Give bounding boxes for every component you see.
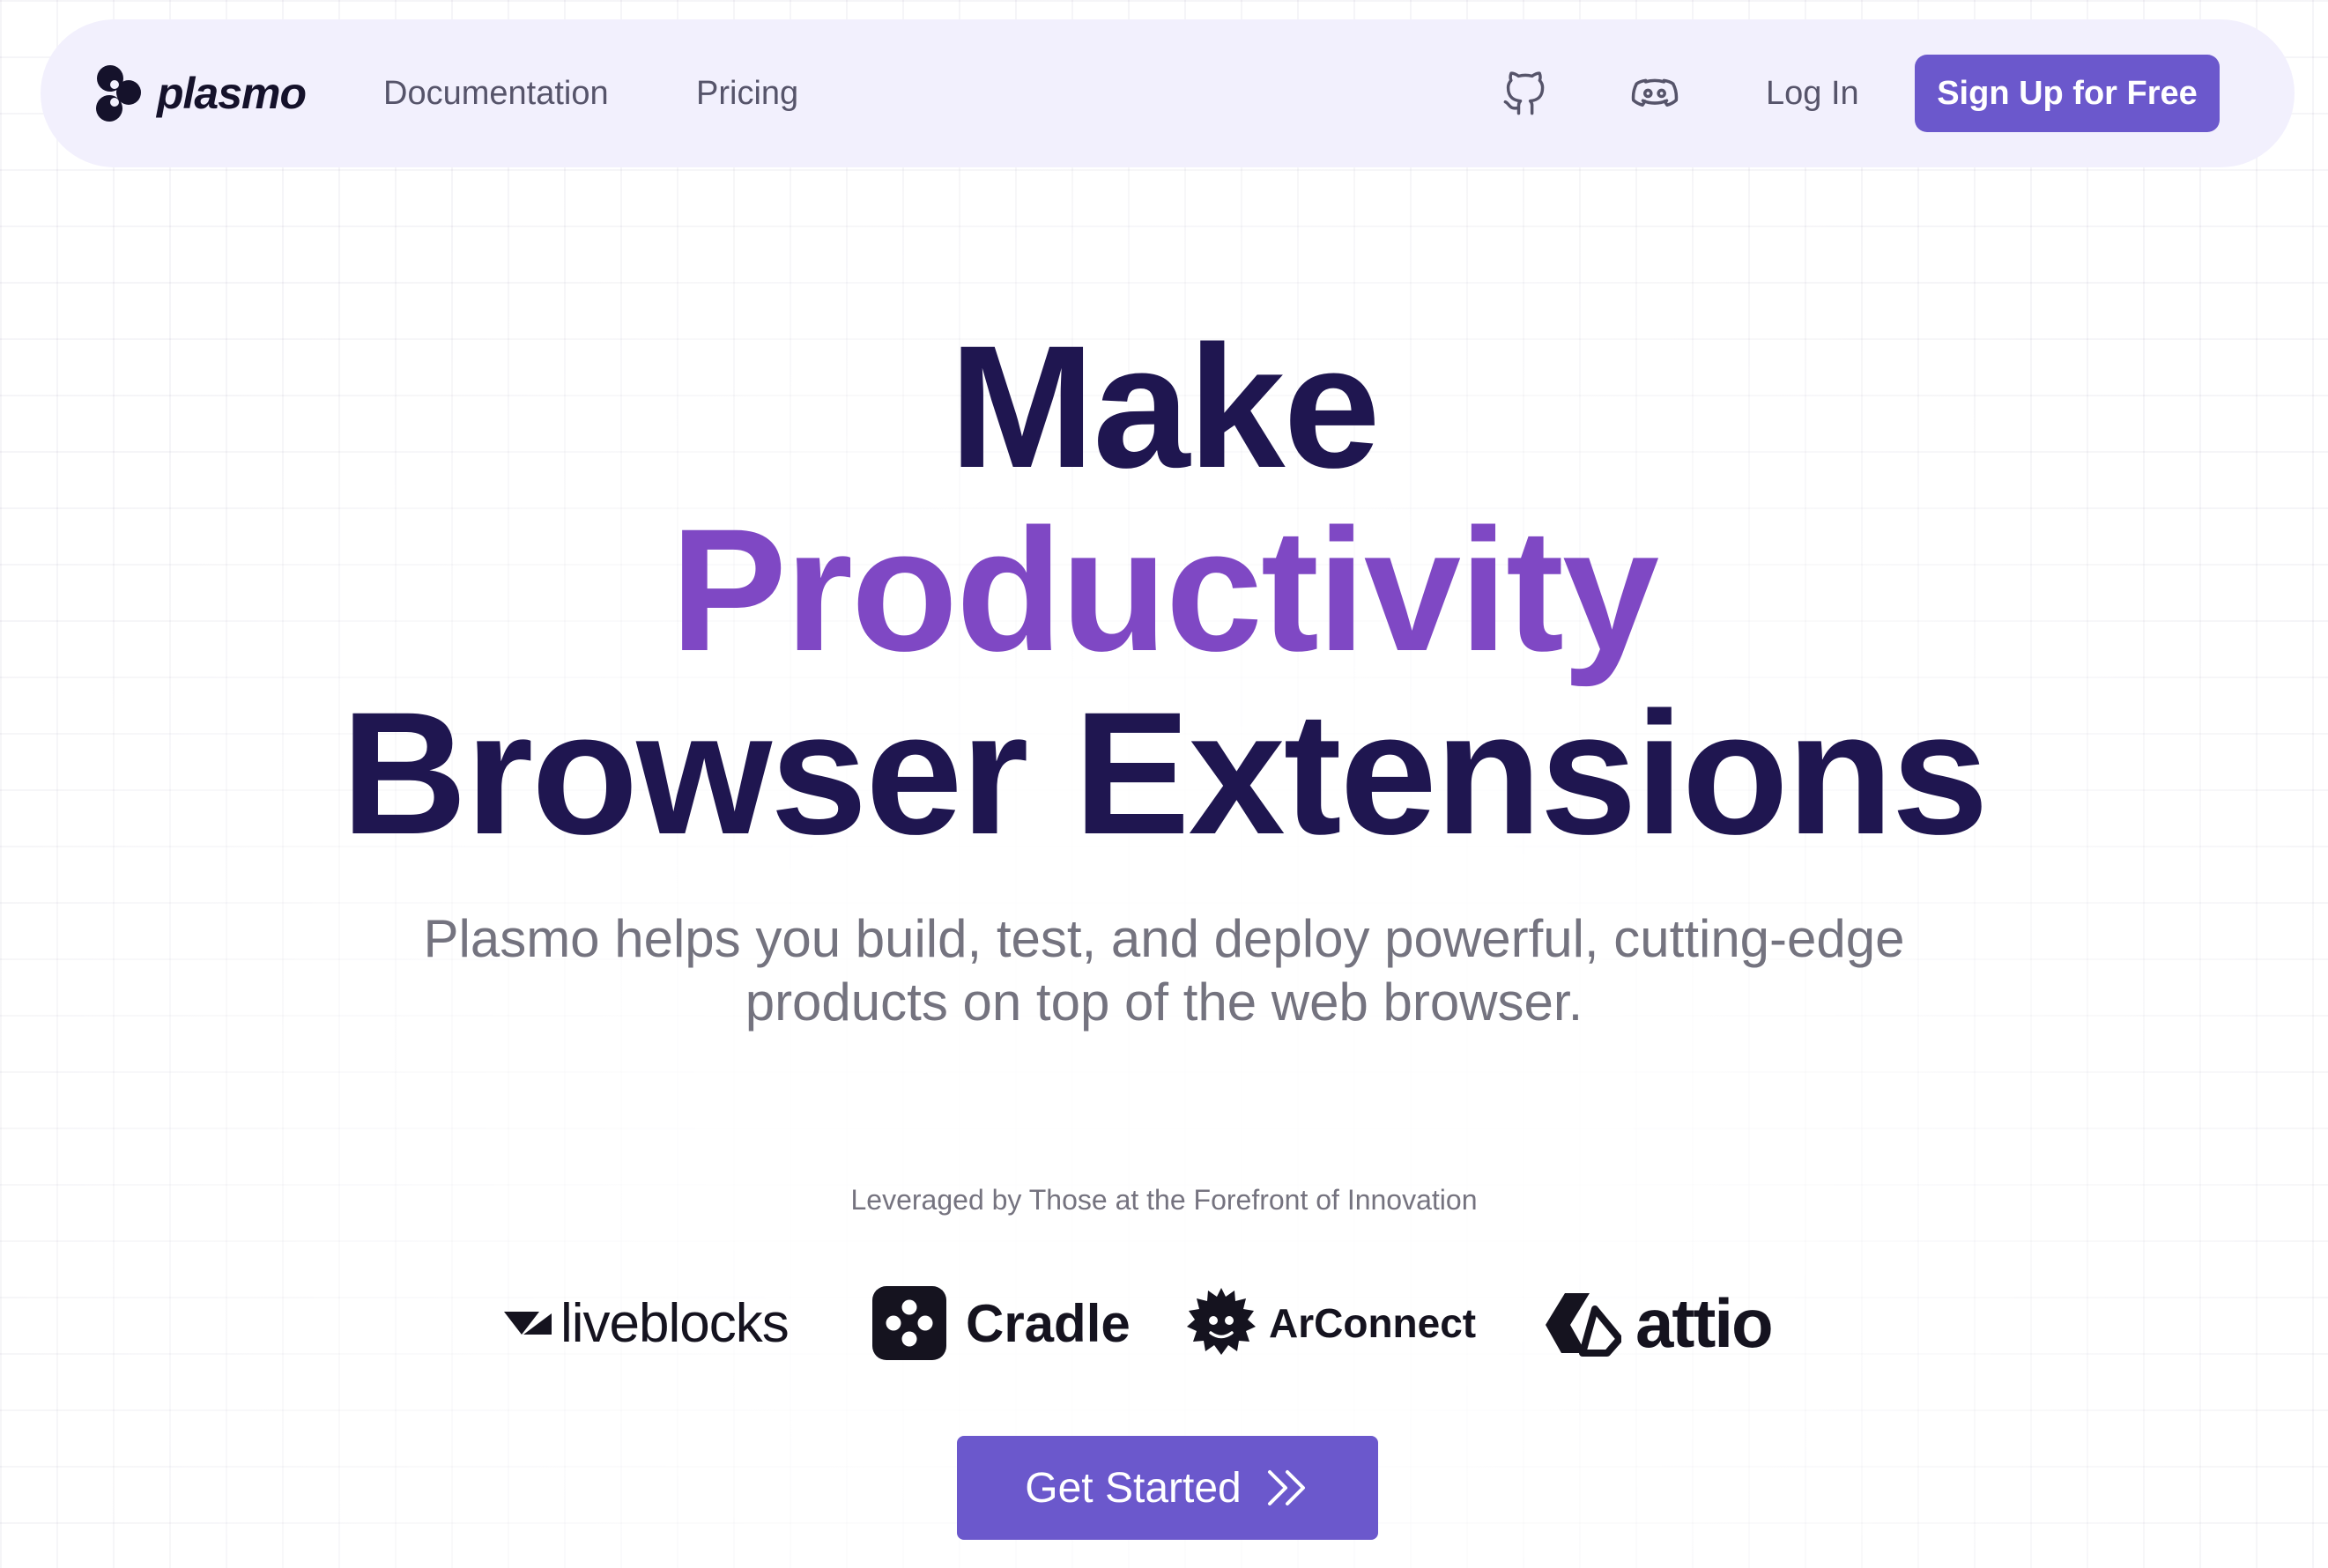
logo-cradle: Cradle bbox=[872, 1279, 1131, 1367]
logo-liveblocks: liveblocks bbox=[504, 1279, 790, 1367]
logo-cradle-text: Cradle bbox=[966, 1293, 1131, 1353]
hero-subtitle: Plasmo helps you build, test, and deploy… bbox=[423, 909, 1905, 1032]
get-started-label: Get Started bbox=[1025, 1464, 1242, 1512]
logo-attio: attio bbox=[1544, 1279, 1774, 1367]
logo-arconnect: ArConnect bbox=[1186, 1279, 1476, 1367]
sign-up-button[interactable]: Sign Up for Free bbox=[1915, 55, 2220, 132]
double-chevron-right-icon bbox=[1267, 1470, 1305, 1505]
plasmo-logo[interactable]: plasmo bbox=[93, 63, 307, 123]
logo-text: plasmo bbox=[157, 69, 307, 118]
logo-arconnect-text: ArConnect bbox=[1269, 1300, 1477, 1346]
plasmo-logo-icon bbox=[96, 65, 141, 122]
get-started-button[interactable]: Get Started bbox=[957, 1436, 1378, 1540]
discord-link[interactable] bbox=[1629, 69, 1680, 120]
github-icon bbox=[1503, 71, 1545, 115]
nav-link-pricing[interactable]: Pricing bbox=[696, 72, 798, 115]
hero-line-1: Make bbox=[949, 309, 1380, 504]
top-navbar: plasmo Documentation Pricing Log In Sign… bbox=[41, 19, 2295, 167]
nav-link-documentation[interactable]: Documentation bbox=[383, 72, 609, 115]
logo-attio-text: attio bbox=[1635, 1283, 1774, 1362]
hero-headline: Make Productivity Browser Extensions bbox=[0, 315, 2328, 865]
hero-line-2: Productivity bbox=[670, 492, 1659, 687]
customers-heading: Leveraged by Those at the Forefront of I… bbox=[850, 1184, 1478, 1216]
logo-liveblocks-text: liveblocks bbox=[560, 1292, 790, 1354]
discord-icon bbox=[1631, 78, 1679, 107]
hero-line-3: Browser Extensions bbox=[341, 676, 1989, 870]
attio-icon bbox=[1546, 1293, 1621, 1357]
arconnect-icon bbox=[1187, 1288, 1256, 1355]
github-link[interactable] bbox=[1499, 69, 1550, 120]
login-link[interactable]: Log In bbox=[1766, 72, 1859, 115]
liveblocks-icon bbox=[504, 1312, 552, 1335]
cradle-icon bbox=[872, 1286, 946, 1360]
